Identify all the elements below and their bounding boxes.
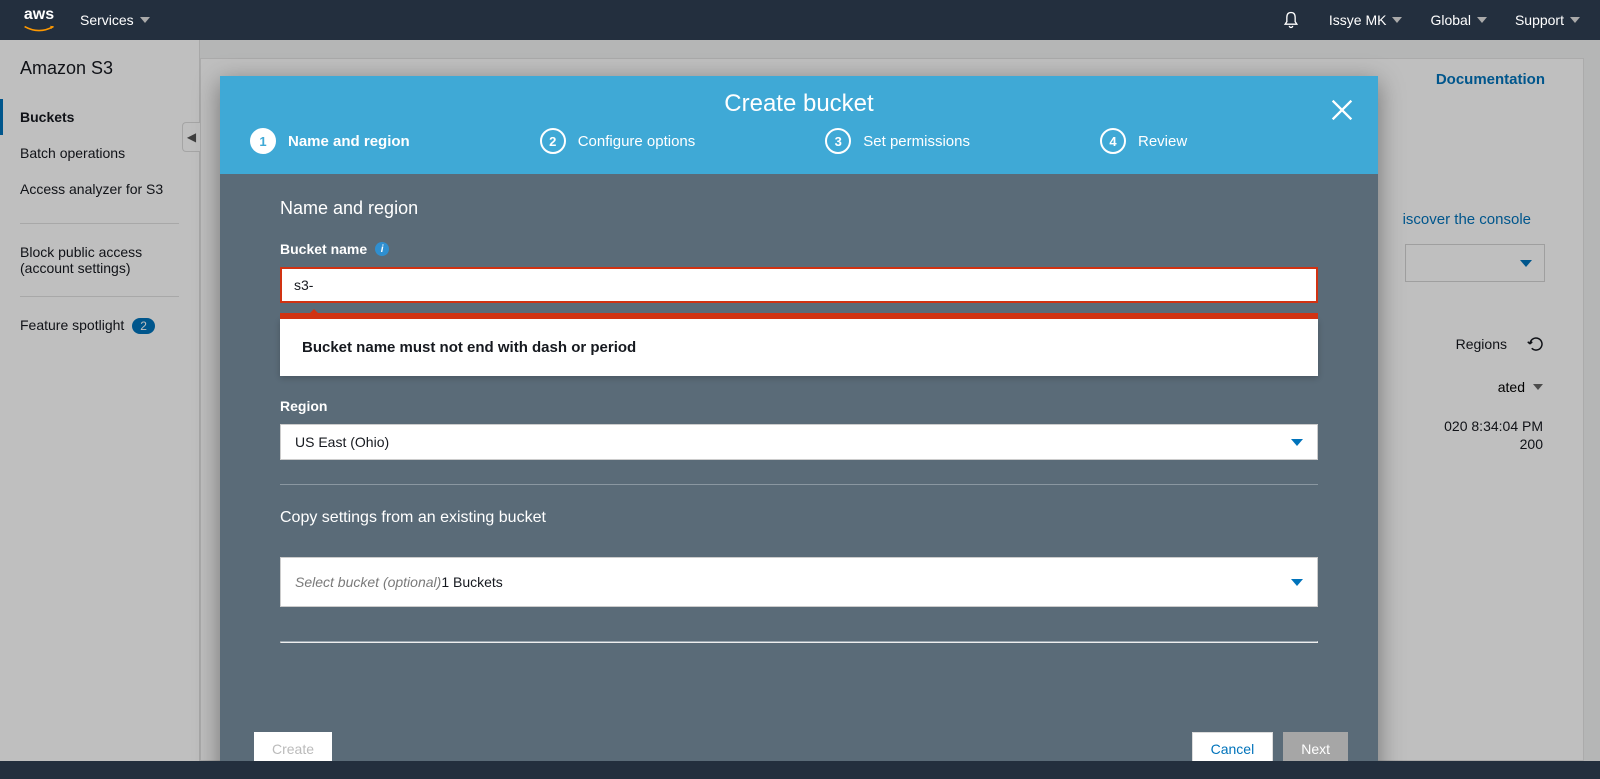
region-select[interactable]: US East (Ohio) (280, 424, 1318, 460)
top-nav: aws Services Issye MK Global Support (0, 0, 1600, 40)
region-value: US East (Ohio) (295, 434, 389, 450)
modal-header: Create bucket 1 Name and region 2 Configur… (220, 76, 1378, 174)
step-label: Review (1138, 133, 1187, 150)
bucket-name-label: Bucket name i (280, 241, 1318, 257)
validation-error-popover: Bucket name must not end with dash or pe… (280, 319, 1318, 376)
copy-placeholder: Select bucket (optional) (295, 574, 441, 590)
aws-swoosh-icon (20, 25, 58, 33)
copy-bucket-count: 1 Buckets (441, 574, 502, 590)
copy-settings-title: Copy settings from an existing bucket (280, 509, 1318, 527)
aws-logo-text: aws (24, 7, 54, 23)
step-number: 3 (825, 128, 851, 154)
error-message: Bucket name must not end with dash or pe… (302, 339, 636, 356)
caret-down-icon (1392, 17, 1402, 23)
section-divider (280, 484, 1318, 485)
caret-down-icon (1477, 17, 1487, 23)
close-icon[interactable] (1328, 96, 1356, 124)
services-menu[interactable]: Services (80, 12, 150, 28)
modal-body: Name and region Bucket name i Bucket nam… (220, 174, 1378, 710)
error-accent-bar (280, 313, 1318, 319)
footer-divider (280, 641, 1318, 643)
modal-title: Create bucket (220, 76, 1378, 128)
section-title: Name and region (280, 198, 1318, 219)
caret-down-icon (140, 17, 150, 23)
wizard-steps: 1 Name and region 2 Configure options 3 Set… (220, 128, 1378, 154)
aws-logo[interactable]: aws (20, 7, 58, 33)
page: Amazon S3 Buckets Batch operations Acces… (0, 40, 1600, 779)
user-label: Issye MK (1329, 12, 1387, 28)
copy-bucket-select[interactable]: Select bucket (optional)1 Buckets (280, 557, 1318, 607)
bucket-name-input[interactable] (280, 267, 1318, 303)
region-label: Global (1430, 12, 1470, 28)
step-number: 2 (540, 128, 566, 154)
step-number: 4 (1100, 128, 1126, 154)
step-name-region[interactable]: 1 Name and region (250, 128, 410, 154)
step-number: 1 (250, 128, 276, 154)
step-configure[interactable]: 2 Configure options (540, 128, 696, 154)
step-label: Set permissions (863, 133, 970, 150)
create-bucket-modal: Create bucket 1 Name and region 2 Configur… (220, 76, 1378, 779)
copy-bucket-value: Select bucket (optional)1 Buckets (295, 574, 503, 590)
step-review[interactable]: 4 Review (1100, 128, 1187, 154)
bottom-bar (0, 761, 1600, 779)
field-label-text: Region (280, 398, 327, 414)
step-label: Configure options (578, 133, 696, 150)
bell-icon[interactable] (1281, 10, 1301, 30)
support-menu[interactable]: Support (1515, 12, 1580, 28)
support-label: Support (1515, 12, 1564, 28)
step-permissions[interactable]: 3 Set permissions (825, 128, 970, 154)
info-icon[interactable]: i (375, 242, 389, 256)
step-label: Name and region (288, 133, 410, 150)
user-menu[interactable]: Issye MK (1329, 12, 1403, 28)
chevron-down-icon (1291, 579, 1303, 586)
services-label: Services (80, 12, 134, 28)
chevron-down-icon (1291, 439, 1303, 446)
field-label-text: Bucket name (280, 241, 367, 257)
region-menu[interactable]: Global (1430, 12, 1486, 28)
region-label: Region (280, 398, 1318, 414)
caret-down-icon (1570, 17, 1580, 23)
